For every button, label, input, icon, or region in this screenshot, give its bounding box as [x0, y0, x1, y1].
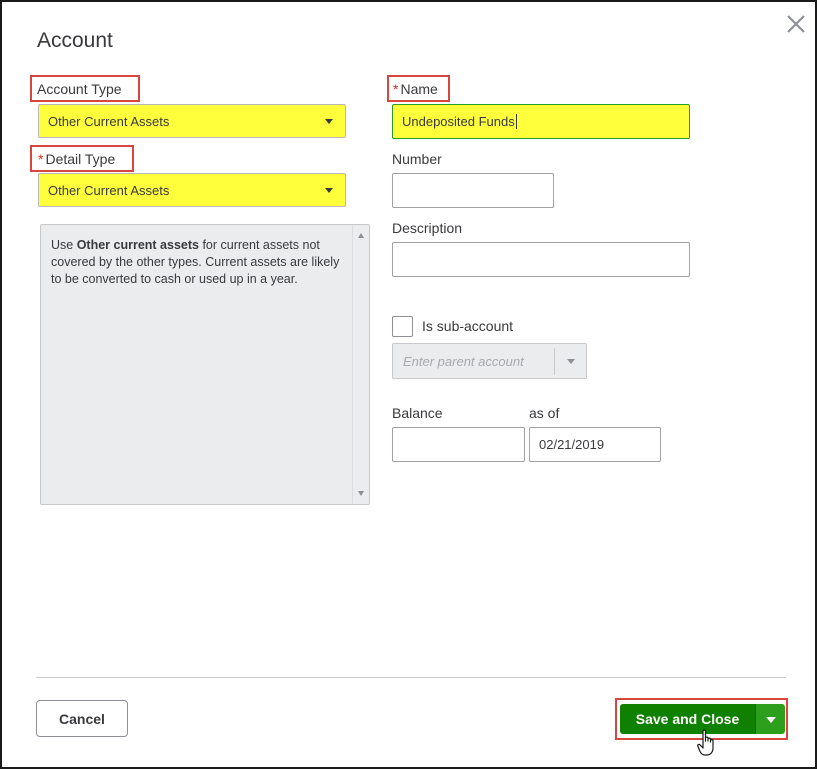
description-input[interactable]	[392, 242, 690, 277]
number-input[interactable]	[392, 173, 554, 208]
balance-input[interactable]	[392, 427, 525, 462]
detail-type-select[interactable]: Other Current Assets	[38, 173, 346, 207]
required-mark: *	[38, 151, 44, 167]
detail-type-label: * Detail Type	[38, 151, 115, 167]
parent-account-select: Enter parent account	[392, 343, 587, 379]
scroll-up-arrow-icon[interactable]	[358, 233, 364, 238]
detail-type-description-panel[interactable]: Use Other current assets for current ass…	[40, 224, 370, 505]
dialog-title: Account	[37, 29, 113, 52]
close-icon[interactable]	[783, 11, 809, 37]
description-label: Description	[392, 220, 463, 236]
as-of-date-input[interactable]: 02/21/2019	[529, 427, 661, 462]
account-dialog: Account Account Type Other Current Asset…	[0, 0, 817, 769]
save-options-dropdown-button[interactable]	[755, 704, 785, 734]
cancel-button[interactable]: Cancel	[36, 700, 128, 737]
chevron-down-icon	[567, 359, 575, 364]
as-of-date-value: 02/21/2019	[539, 437, 605, 452]
chevron-down-icon	[325, 119, 333, 124]
name-label-text: Name	[400, 81, 438, 97]
sub-account-checkbox[interactable]	[392, 316, 413, 337]
detail-type-label-text: Detail Type	[45, 151, 116, 167]
as-of-label: as of	[529, 405, 560, 421]
hand-pointer-cursor-icon	[697, 729, 714, 756]
required-mark: *	[393, 81, 399, 97]
save-and-close-button[interactable]: Save and Close	[620, 704, 755, 734]
detail-type-value: Other Current Assets	[48, 182, 170, 198]
select-divider	[554, 348, 555, 375]
account-type-select[interactable]: Other Current Assets	[38, 104, 346, 138]
account-type-label: Account Type	[37, 81, 122, 97]
name-label: * Name	[393, 81, 438, 97]
name-input[interactable]: Undeposited Funds	[392, 104, 690, 139]
name-input-value: Undeposited Funds	[402, 114, 515, 129]
parent-account-placeholder: Enter parent account	[403, 354, 524, 369]
number-label: Number	[392, 151, 442, 167]
chevron-down-icon	[325, 188, 333, 193]
account-type-value: Other Current Assets	[48, 113, 170, 129]
sub-account-label[interactable]: Is sub-account	[422, 318, 513, 334]
scroll-down-arrow-icon[interactable]	[358, 491, 364, 496]
text-cursor	[515, 114, 517, 129]
balance-label: Balance	[392, 405, 443, 421]
chevron-down-icon	[766, 717, 776, 723]
scrollbar[interactable]	[352, 225, 369, 504]
detail-type-description-text: Use Other current assets for current ass…	[51, 238, 340, 286]
footer-divider	[36, 677, 786, 678]
